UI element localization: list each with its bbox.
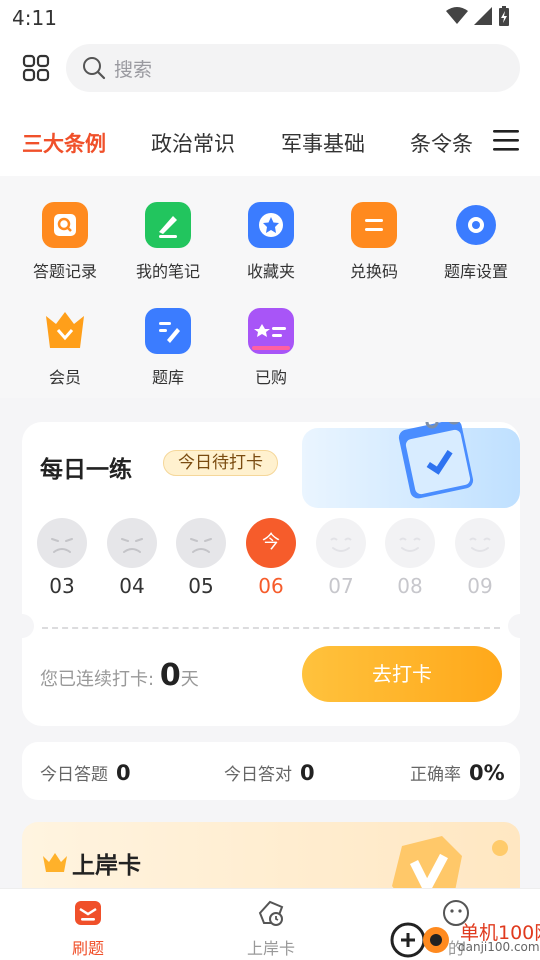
stat-today-correct: 今日答对 0: [224, 760, 315, 785]
tab-category-2[interactable]: 政治常识: [151, 128, 235, 158]
quick-question-bank[interactable]: 题库: [118, 308, 218, 388]
card-notch-right: [508, 614, 520, 638]
quick-bank-settings[interactable]: 题库设置: [426, 202, 526, 282]
practice-tab-icon: [75, 901, 101, 925]
status-time: 4:11: [12, 6, 57, 30]
card-notch-left: [22, 614, 34, 638]
stat-label: 今日答题: [40, 765, 108, 785]
streak-text: 您已连续打卡: 0天: [40, 658, 199, 693]
quick-actions: 答题记录 我的笔记 收藏夹 兑换码 题库设置 会员 题库 已购: [0, 176, 540, 398]
hamburger-menu-icon[interactable]: [493, 128, 519, 152]
nav-shangan-card[interactable]: 上岸卡: [221, 899, 321, 959]
sad-face-icon: [176, 518, 226, 568]
quick-purchased[interactable]: 已购: [221, 308, 321, 388]
nav-practice[interactable]: 刷题: [38, 899, 138, 959]
stat-label: 今日答对: [224, 765, 292, 785]
day-number: 05: [188, 574, 214, 598]
quick-label: 兑换码: [349, 262, 398, 281]
day-item: 03: [37, 518, 87, 598]
search-icon: [83, 57, 106, 80]
day-number: 06: [258, 574, 284, 598]
day-number: 09: [467, 574, 493, 598]
day-item: 05: [176, 518, 226, 598]
day-number: 04: [119, 574, 145, 598]
day-item: 09: [455, 518, 505, 598]
signal-icon: [474, 7, 492, 25]
note-icon: [145, 202, 191, 248]
status-icons: [446, 6, 510, 26]
quick-label: 答题记录: [32, 262, 97, 281]
grid-menu-icon[interactable]: [22, 54, 50, 82]
search-input[interactable]: 搜索: [66, 44, 520, 92]
quick-vip[interactable]: 会员: [15, 308, 115, 388]
smile-face-icon: [385, 518, 435, 568]
quick-redeem-code[interactable]: 兑换码: [324, 202, 424, 282]
tab-category-4[interactable]: 条令条: [410, 128, 473, 158]
card-tab-icon: [258, 900, 284, 926]
checkin-button[interactable]: 去打卡: [302, 646, 502, 702]
calendar-illustration-icon: [398, 422, 474, 499]
nav-label: 上岸卡: [246, 939, 295, 958]
crown-icon: [43, 853, 67, 872]
stat-label: 正确率: [410, 765, 461, 785]
quick-favorites[interactable]: 收藏夹: [221, 202, 321, 282]
day-item: 04: [107, 518, 157, 598]
checkin-status-badge: 今日待打卡: [163, 450, 278, 476]
daily-practice-card: 每日一练 今日待打卡 03 04 05 今 06 07 08 09 您已连续打卡…: [22, 422, 520, 726]
stat-value: 0: [116, 761, 131, 785]
stat-accuracy: 正确率 0%: [410, 760, 505, 785]
question-bank-icon: [145, 308, 191, 354]
redeem-code-icon: [351, 202, 397, 248]
day-number: 03: [49, 574, 75, 598]
streak-prefix: 您已连续打卡:: [40, 669, 155, 690]
stat-value: 0: [300, 761, 315, 785]
card-divider: [42, 627, 500, 629]
search-placeholder: 搜索: [114, 58, 153, 81]
stat-today-answered: 今日答题 0: [40, 760, 131, 785]
day-item: 07: [316, 518, 366, 598]
answer-record-icon: [42, 202, 88, 248]
wifi-icon: [446, 7, 468, 24]
day-number: 07: [328, 574, 354, 598]
streak-value: 0: [159, 658, 181, 693]
day-item-today: 今 06: [246, 518, 296, 598]
stat-value: 0%: [469, 761, 505, 785]
watermark-url: danji100.com: [458, 940, 540, 954]
quick-label: 已购: [254, 368, 287, 387]
smile-face-icon: [316, 518, 366, 568]
day-number: 08: [397, 574, 423, 598]
battery-icon: [499, 6, 509, 26]
tab-category-1[interactable]: 三大条例: [22, 128, 106, 158]
today-marker: 今: [246, 518, 296, 568]
quick-label: 收藏夹: [246, 262, 295, 281]
quick-label: 我的笔记: [135, 262, 200, 281]
quick-answer-record[interactable]: 答题记录: [15, 202, 115, 282]
settings-gear-icon: [453, 202, 499, 248]
category-tabs: 三大条例 政治常识 军事基础 条令条: [0, 124, 540, 164]
star-folder-icon: [248, 202, 294, 248]
sad-face-icon: [37, 518, 87, 568]
stats-bar: 今日答题 0 今日答对 0 正确率 0%: [22, 742, 520, 800]
smile-face-icon: [455, 518, 505, 568]
purchased-icon: [248, 308, 294, 354]
tab-category-3[interactable]: 军事基础: [281, 128, 365, 158]
streak-unit: 天: [180, 669, 199, 690]
quick-label: 题库: [151, 368, 184, 387]
sad-face-icon: [107, 518, 157, 568]
quick-label: 题库设置: [443, 262, 508, 281]
promo-title: 上岸卡: [72, 853, 141, 879]
vip-crown-icon: [42, 308, 88, 354]
daily-title: 每日一练: [40, 457, 132, 483]
quick-my-notes[interactable]: 我的笔记: [118, 202, 218, 282]
quick-label: 会员: [48, 368, 81, 387]
nav-label: 刷题: [71, 939, 104, 958]
status-bar: 4:11: [0, 0, 540, 36]
day-item: 08: [385, 518, 435, 598]
